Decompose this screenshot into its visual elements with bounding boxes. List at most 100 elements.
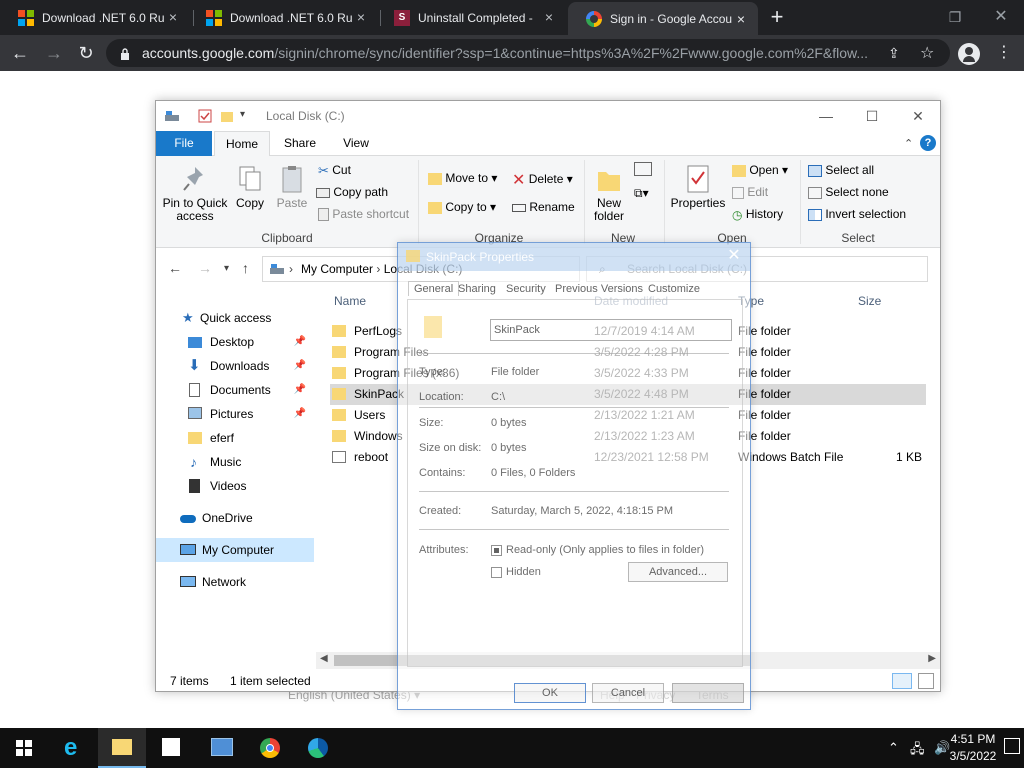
nav-item-pictures[interactable]: Pictures 📌 — [156, 402, 314, 426]
restore-window-icon[interactable]: ❐ — [944, 6, 966, 28]
up-icon[interactable]: ↑ — [242, 260, 249, 276]
notifications-icon[interactable] — [1004, 738, 1020, 754]
move-to-button[interactable]: Move to ▾ — [428, 171, 497, 185]
large-icons-view-icon[interactable] — [918, 673, 934, 689]
pin-to-quick-access-button[interactable]: Pin to Quick access — [162, 164, 228, 223]
maximize-icon[interactable]: ☐ — [862, 107, 882, 125]
browser-tab-1[interactable]: Download .NET 6.0 Ru × — [0, 0, 190, 35]
column-header-name[interactable]: Name — [334, 294, 366, 308]
hidden-label[interactable]: Hidden — [506, 566, 541, 578]
show-hidden-icons-icon[interactable]: ⌃ — [888, 740, 899, 756]
close-tab-icon[interactable]: × — [542, 10, 556, 24]
tab-previous-versions[interactable]: Previous Versions — [555, 283, 643, 295]
help-icon[interactable]: ? — [920, 135, 936, 151]
tab-sharing[interactable]: Sharing — [458, 283, 496, 295]
new-item-icon[interactable] — [634, 162, 652, 176]
browser-tab-3[interactable]: S Uninstall Completed - × — [376, 0, 566, 35]
edit-button[interactable]: Edit — [732, 185, 768, 199]
delete-button[interactable]: ✕ Delete ▾ — [512, 170, 573, 190]
copy-to-button[interactable]: Copy to ▾ — [428, 200, 496, 214]
tab-share[interactable]: Share — [274, 131, 326, 156]
readonly-label[interactable]: Read-only (Only applies to files in fold… — [506, 544, 704, 556]
breadcrumb-my-computer[interactable]: My Computer — [301, 262, 373, 276]
hidden-checkbox[interactable] — [491, 567, 502, 578]
ok-button[interactable]: OK — [514, 683, 586, 703]
profile-avatar-icon[interactable] — [958, 43, 980, 65]
easy-access-icon[interactable]: ⧉▾ — [634, 186, 649, 201]
browser-tab-4[interactable]: Sign in - Google Accou × — [568, 2, 758, 35]
taskbar-ie[interactable]: e — [50, 728, 98, 768]
details-view-icon[interactable] — [892, 673, 912, 689]
tab-security[interactable]: Security — [506, 283, 546, 295]
forward-icon[interactable]: → — [42, 41, 66, 65]
reload-icon[interactable]: ↻ — [74, 41, 98, 65]
bookmark-star-icon[interactable]: ☆ — [920, 43, 934, 63]
ribbon-collapse-icon[interactable]: ⌃ — [904, 137, 913, 150]
select-none-button[interactable]: Select none — [808, 185, 889, 199]
network-tray-icon[interactable]: 🖧 — [910, 740, 925, 762]
advanced-button[interactable]: Advanced... — [628, 562, 728, 582]
open-button[interactable]: Open ▾ — [732, 163, 788, 177]
close-tab-icon[interactable]: × — [166, 10, 180, 24]
new-tab-button[interactable]: + — [766, 6, 788, 28]
close-tab-icon[interactable]: × — [354, 10, 368, 24]
taskbar-chrome[interactable] — [246, 728, 294, 768]
close-tab-icon[interactable]: × — [734, 12, 748, 26]
system-clock[interactable]: 4:51 PM 3/5/2022 — [944, 731, 1002, 765]
properties-quick-icon[interactable] — [198, 109, 212, 123]
paste-shortcut-button[interactable]: Paste shortcut — [318, 207, 409, 222]
select-all-button[interactable]: Select all — [808, 163, 874, 177]
menu-kebab-icon[interactable]: ⋮ — [996, 44, 1012, 62]
scroll-left-icon[interactable]: ◀ — [320, 653, 328, 664]
lock-icon[interactable] — [120, 48, 130, 60]
history-button[interactable]: ◷ History — [732, 207, 783, 222]
close-icon[interactable]: ✕ — [908, 107, 928, 125]
nav-item-documents[interactable]: Documents 📌 — [156, 378, 314, 402]
back-icon[interactable]: ← — [8, 41, 32, 65]
taskbar-control-panel[interactable] — [198, 728, 246, 768]
taskbar-edge[interactable] — [294, 728, 342, 768]
nav-item-network[interactable]: Network — [156, 570, 314, 594]
invert-selection-button[interactable]: Invert selection — [808, 207, 906, 221]
tab-customize[interactable]: Customize — [648, 283, 700, 295]
nav-item-downloads[interactable]: ⬇ Downloads 📌 — [156, 354, 314, 378]
nav-item-onedrive[interactable]: OneDrive — [156, 506, 314, 530]
nav-item-music[interactable]: ♪ Music — [156, 450, 314, 474]
new-folder-quick-icon[interactable] — [220, 109, 234, 123]
close-window-icon[interactable]: ✕ — [990, 6, 1012, 28]
nav-item-videos[interactable]: Videos — [156, 474, 314, 498]
readonly-checkbox[interactable] — [491, 545, 502, 556]
copy-button[interactable]: Copy — [232, 164, 268, 210]
cancel-button[interactable]: Cancel — [592, 683, 664, 703]
cut-button[interactable]: ✂ Cut — [318, 163, 351, 179]
recent-locations-icon[interactable]: ▾ — [224, 263, 229, 274]
back-icon[interactable]: ← — [168, 260, 182, 276]
apply-button[interactable] — [672, 683, 744, 703]
column-header-size[interactable]: Size — [858, 294, 881, 308]
forward-icon[interactable]: → — [198, 260, 212, 276]
paste-button[interactable]: Paste — [274, 164, 310, 210]
minimize-icon[interactable]: — — [816, 107, 836, 125]
properties-button[interactable]: Properties — [668, 164, 728, 210]
taskbar-store[interactable] — [148, 728, 196, 768]
nav-item-my-computer[interactable]: My Computer — [156, 538, 314, 562]
folder-name-input[interactable]: SkinPack — [490, 319, 732, 341]
tab-home[interactable]: Home — [214, 131, 270, 157]
nav-item-quick-access[interactable]: ★ Quick access — [156, 306, 314, 330]
nav-item-eferf[interactable]: eferf — [156, 426, 314, 450]
copy-path-button[interactable]: Copy path — [316, 185, 388, 199]
customize-toolbar-icon[interactable]: ▾ — [240, 109, 245, 120]
tab-general[interactable]: General — [408, 281, 460, 296]
scroll-right-icon[interactable]: ▶ — [928, 653, 936, 664]
address-bar[interactable]: accounts.google.com/signin/chrome/sync/i… — [106, 39, 950, 67]
taskbar-file-explorer[interactable] — [98, 728, 146, 768]
tab-file[interactable]: File — [156, 131, 212, 156]
share-icon[interactable]: ⇪ — [888, 45, 900, 62]
rename-button[interactable]: Rename — [512, 200, 575, 214]
close-icon[interactable]: ✕ — [724, 246, 744, 266]
start-button[interactable] — [0, 728, 48, 768]
tab-view[interactable]: View — [330, 131, 382, 156]
new-folder-button[interactable]: New folder — [590, 164, 628, 223]
browser-tab-2[interactable]: Download .NET 6.0 Ru × — [188, 0, 378, 35]
nav-item-desktop[interactable]: Desktop 📌 — [156, 330, 314, 354]
